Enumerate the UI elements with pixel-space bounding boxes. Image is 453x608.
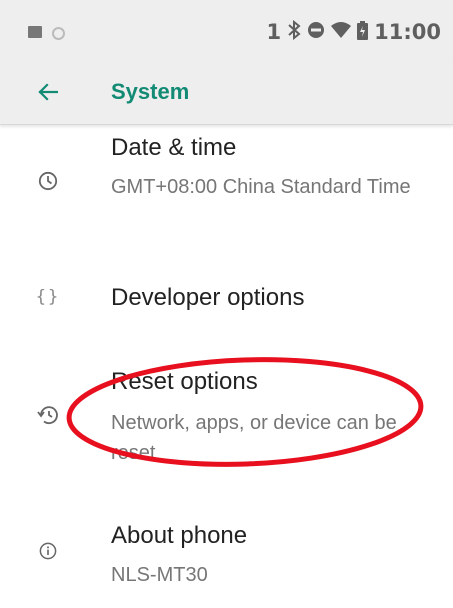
wifi-icon: [331, 21, 352, 43]
status-time: 11:00: [374, 20, 441, 44]
list-item-about-phone[interactable]: About phone NLS-MT30: [0, 516, 453, 606]
notification-count: 1: [266, 20, 282, 44]
list-item-title: About phone: [111, 522, 248, 549]
list-item-title: Date & time: [111, 134, 237, 161]
arrow-back-icon: [38, 82, 59, 106]
bluetooth-icon: [287, 19, 301, 44]
clock-icon: [35, 168, 61, 194]
status-bar: 1 11:00: [0, 0, 453, 62]
info-icon: [35, 538, 61, 564]
list-item-developer-options[interactable]: {} Developer options: [0, 264, 453, 338]
circle-icon: [52, 27, 65, 40]
history-icon: [35, 402, 61, 428]
battery-icon: [357, 20, 369, 44]
status-bar-right: 1 11:00: [267, 18, 441, 46]
list-item-summary: NLS-MT30: [111, 564, 208, 586]
page-title: System: [111, 79, 190, 104]
list-item-summary: GMT+08:00 China Standard Time: [111, 176, 411, 198]
list-item-title: Developer options: [111, 284, 305, 311]
list-item-title: Reset options: [111, 368, 258, 395]
list-item-summary: Network, apps, or device can be reset: [111, 412, 397, 464]
list-item-reset-options[interactable]: Reset options Network, apps, or device c…: [0, 360, 453, 480]
do-not-disturb-icon: [307, 21, 325, 43]
list-item-date-time[interactable]: Date & time GMT+08:00 China Standard Tim…: [0, 124, 453, 264]
app-bar: System: [0, 62, 453, 125]
back-button[interactable]: [30, 76, 66, 112]
image-icon: [28, 26, 42, 38]
braces-icon: {}: [35, 287, 61, 307]
